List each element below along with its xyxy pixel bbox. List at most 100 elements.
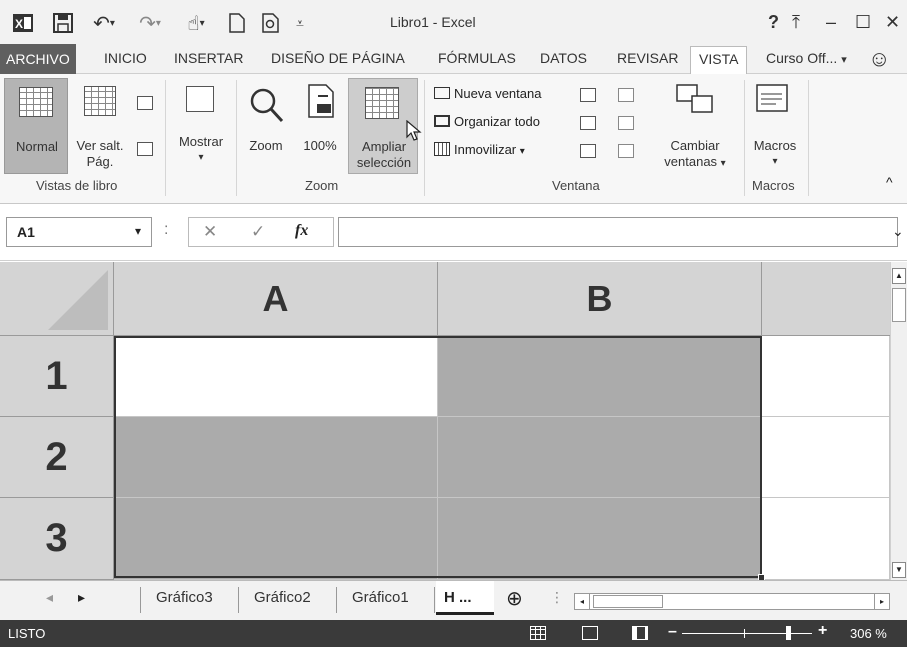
name-box-dropdown-icon[interactable]: ▾ <box>135 224 141 238</box>
mostrar-button[interactable]: Mostrar ▾ <box>170 78 232 174</box>
zoom-in-icon[interactable]: + <box>818 622 827 640</box>
unhide-icon[interactable] <box>580 144 596 158</box>
switch-windows-label-1: Cambiar <box>670 138 720 153</box>
scroll-left-icon[interactable]: ◂ <box>575 594 590 609</box>
user-avatar-icon[interactable]: ☺ <box>868 46 890 72</box>
sheet-nav-next-icon[interactable]: ▸ <box>78 589 85 606</box>
ribbon-display-icon[interactable]: ⤒ <box>792 12 800 33</box>
row-header-3[interactable]: 3 <box>0 498 114 580</box>
redo-icon[interactable]: ↷ ▾ <box>132 10 168 36</box>
zoom-selection-label-2: selección <box>356 155 412 170</box>
select-all-triangle-icon <box>48 270 108 330</box>
sheet-tab-grafico3[interactable]: Gráfico3 <box>156 589 213 606</box>
custom-views-icon[interactable] <box>137 142 153 156</box>
menu-bar: ARCHIVO INICIO INSERTAR DISEÑO DE PÁGINA… <box>0 44 907 75</box>
page-layout-icon[interactable] <box>137 96 153 110</box>
svg-text:X: X <box>15 17 23 31</box>
tab-vista[interactable]: VISTA <box>690 46 748 75</box>
touch-mode-icon[interactable]: ☝ ▾ <box>178 10 214 36</box>
zoom-slider-center-mark <box>744 629 745 638</box>
window-title: Libro1 - Excel <box>390 14 476 30</box>
cancel-icon[interactable]: ✕ <box>203 222 217 242</box>
name-box[interactable]: A1 ▾ <box>6 217 152 247</box>
close-icon[interactable]: ✕ <box>885 12 900 33</box>
mouse-pointer-icon <box>406 120 422 141</box>
vertical-scroll-thumb[interactable] <box>892 288 906 322</box>
selection-border <box>114 336 762 578</box>
status-text: LISTO <box>8 626 46 641</box>
tab-inicio[interactable]: INICIO <box>104 50 147 66</box>
switch-windows-button[interactable]: Cambiar ventanas ▾ <box>652 78 738 174</box>
sheet-nav-prev-icon[interactable]: ◂ <box>46 589 53 606</box>
minimize-icon[interactable]: – <box>826 12 836 33</box>
scroll-down-icon[interactable]: ▼ <box>892 562 906 578</box>
sheet-tab-grafico1[interactable]: Gráfico1 <box>352 589 409 606</box>
column-header-a[interactable]: A <box>114 262 438 336</box>
tab-split-grip[interactable]: ⋮ <box>550 589 564 606</box>
scroll-up-icon[interactable]: ▲ <box>892 268 906 284</box>
vertical-scrollbar[interactable]: ▲ ▼ <box>890 262 907 580</box>
tab-datos[interactable]: DATOS <box>540 50 587 66</box>
cell-c3[interactable] <box>762 498 890 580</box>
help-icon[interactable]: ? <box>768 12 779 33</box>
macros-arrow: ▾ <box>772 156 778 167</box>
cell-c1[interactable] <box>762 336 890 417</box>
normal-view-button[interactable]: Normal <box>4 78 68 174</box>
split-icon[interactable] <box>580 88 596 102</box>
column-header-b[interactable]: B <box>438 262 762 336</box>
tab-insertar[interactable]: INSERTAR <box>174 50 244 66</box>
maximize-icon[interactable]: ☐ <box>855 12 871 33</box>
select-all-button[interactable] <box>0 262 114 336</box>
new-window-button[interactable]: Nueva ventana <box>434 86 541 106</box>
zoom-percentage[interactable]: 306 % <box>850 626 887 641</box>
ribbon-separator <box>744 80 745 196</box>
account-label: Curso Off... <box>766 50 838 66</box>
customize-qat-icon[interactable]: ⩡ <box>290 10 310 36</box>
horizontal-scrollbar[interactable]: ◂ ▸ <box>574 593 890 610</box>
zoom-out-icon[interactable]: – <box>668 623 677 641</box>
scroll-right-icon[interactable]: ▸ <box>874 594 889 609</box>
print-preview-icon[interactable] <box>258 10 284 36</box>
zoom-label: Zoom <box>249 138 283 153</box>
save-icon[interactable] <box>50 10 76 36</box>
synchronous-scroll-icon[interactable] <box>618 116 634 130</box>
formula-input[interactable] <box>338 217 898 247</box>
page-break-status-icon[interactable] <box>632 626 648 640</box>
zoom-100-button[interactable]: 100% <box>296 78 344 174</box>
worksheet-grid: A B 1 2 3 <box>0 262 890 581</box>
reset-window-position-icon[interactable] <box>618 144 634 158</box>
new-file-icon[interactable] <box>224 10 250 36</box>
cell-c2[interactable] <box>762 417 890 498</box>
tab-diseno-de-pagina[interactable]: DISEÑO DE PÁGINA <box>271 50 405 66</box>
insert-function-icon[interactable]: fx <box>295 222 308 240</box>
page-break-view-button[interactable]: Ver salt. Pág. <box>72 78 132 174</box>
macros-button[interactable]: Macros ▾ <box>748 78 802 174</box>
zoom-button[interactable]: Zoom <box>240 78 292 174</box>
sheet-tab-active[interactable]: H ... <box>436 581 494 615</box>
ribbon-separator <box>424 80 425 196</box>
tab-archivo[interactable]: ARCHIVO <box>0 44 76 74</box>
arrange-all-icon <box>434 115 450 127</box>
tab-formulas[interactable]: FÓRMULAS <box>438 50 516 66</box>
arrange-all-button[interactable]: Organizar todo <box>434 114 540 134</box>
zoom-slider-thumb[interactable] <box>786 626 791 640</box>
row-header-1[interactable]: 1 <box>0 336 114 417</box>
expand-formula-bar-icon[interactable]: ⌄ <box>892 223 904 240</box>
collapse-ribbon-icon[interactable]: ^ <box>886 174 893 190</box>
row-header-2[interactable]: 2 <box>0 417 114 498</box>
view-side-by-side-icon[interactable] <box>618 88 634 102</box>
tab-revisar[interactable]: REVISAR <box>617 50 678 66</box>
zoom-slider[interactable] <box>682 626 812 640</box>
enter-icon[interactable]: ✓ <box>251 222 265 242</box>
hide-icon[interactable] <box>580 116 596 130</box>
ribbon-separator <box>236 80 237 196</box>
page-layout-status-icon[interactable] <box>582 626 598 640</box>
account-name[interactable]: Curso Off... ▾ <box>766 50 847 66</box>
freeze-panes-button[interactable]: Inmovilizar ▾ <box>434 142 525 162</box>
new-sheet-icon[interactable]: ⊕ <box>506 586 523 611</box>
normal-view-status-icon[interactable] <box>530 626 546 640</box>
column-header-c[interactable] <box>762 262 890 336</box>
sheet-tab-grafico2[interactable]: Gráfico2 <box>254 589 311 606</box>
horizontal-scroll-thumb[interactable] <box>593 595 663 608</box>
undo-icon[interactable]: ↶ ▾ <box>86 10 122 36</box>
